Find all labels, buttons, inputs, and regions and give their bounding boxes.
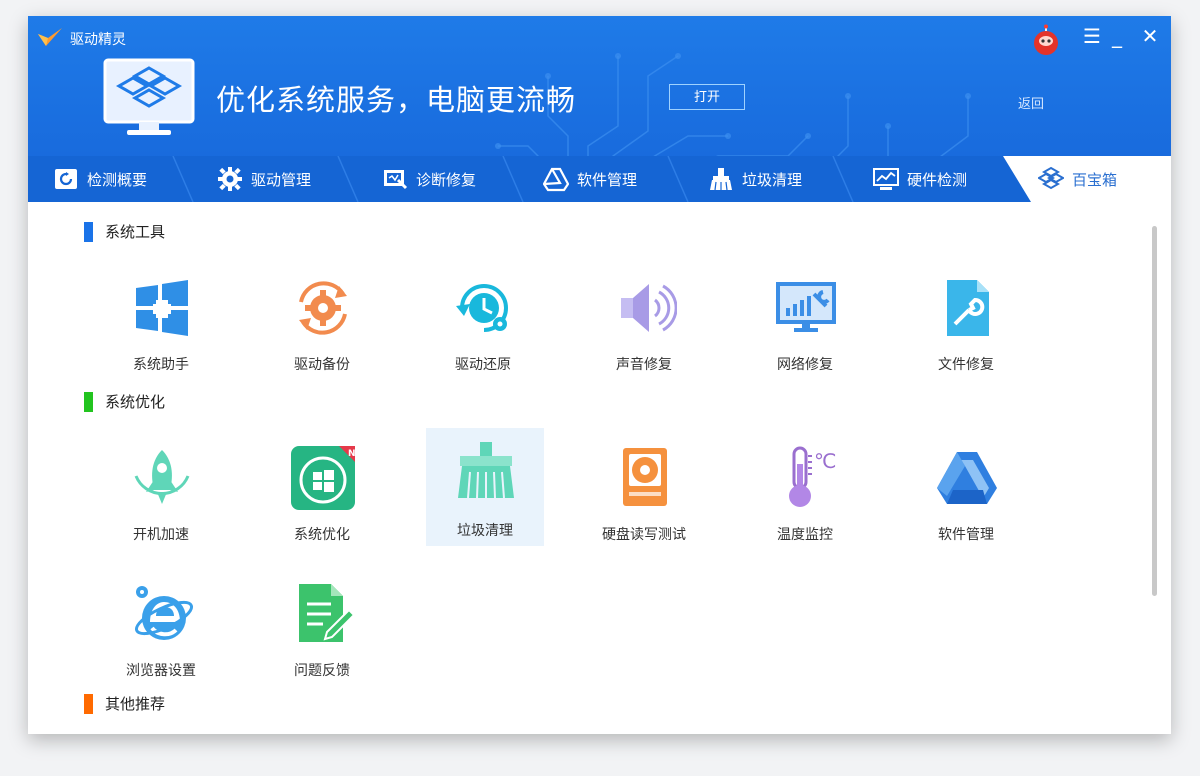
section-other-recommend: 其他推荐 [84, 693, 165, 714]
file-wrench-icon [947, 280, 989, 336]
windows-rocket-icon: N [291, 446, 355, 510]
tab-junk-cleanup[interactable]: 垃圾清理 [708, 156, 802, 202]
tab-label: 诊断修复 [416, 170, 477, 189]
main-tabs: 检测概要 驱动管理 诊断修复 软件管理 垃圾清理 硬件检测 百宝箱 [28, 156, 1171, 202]
tool-browser-settings[interactable]: 浏览器设置 [102, 572, 220, 690]
section-marker [84, 693, 93, 714]
tool-sound-repair[interactable]: 声音修复 [585, 266, 703, 384]
tool-system-optimize[interactable]: N 系统优化 [263, 436, 381, 554]
tab-label: 硬件检测 [907, 170, 968, 189]
tool-label: 驱动备份 [294, 357, 350, 373]
section-system-tools: 系统工具 [84, 221, 165, 242]
tab-diagnose-repair[interactable]: 诊断修复 [382, 156, 476, 202]
toolbox-content: 系统工具 系统助手 驱动备份 驱动还原 声音修复 网络修复 文件修复 系统优化 … [28, 202, 1171, 734]
tab-label: 百宝箱 [1072, 170, 1118, 189]
toolbox-icon [1038, 166, 1064, 190]
open-button[interactable]: 打开 [669, 84, 745, 110]
windows-icon [136, 280, 188, 336]
section-title: 其他推荐 [105, 695, 166, 713]
app-title: 驱动精灵 [70, 32, 126, 48]
driver-genius-window: 驱动精灵 优化系统服务，电脑更流畅 打开 返回 ☰ _ ✕ 检测概要 驱动管理 … [28, 16, 1171, 734]
feedback-icon [299, 584, 355, 642]
banner-headline: 优化系统服务，电脑更流畅 [216, 83, 577, 117]
tab-driver-management[interactable]: 驱动管理 [217, 156, 311, 202]
section-system-optimize: 系统优化 [84, 391, 165, 412]
tool-label: 声音修复 [616, 357, 672, 373]
tab-label: 垃圾清理 [742, 170, 803, 189]
robot-assistant-icon[interactable] [1032, 24, 1060, 56]
menu-icon[interactable]: ☰ [1080, 24, 1104, 48]
software-triangle-icon [937, 452, 997, 504]
broom-icon [710, 168, 732, 191]
clock-restore-icon [456, 284, 508, 332]
tab-toolbox[interactable]: 百宝箱 [1038, 156, 1117, 202]
header-banner: 驱动精灵 优化系统服务，电脑更流畅 打开 返回 ☰ _ ✕ 检测概要 驱动管理 … [28, 16, 1171, 202]
minimize-icon[interactable]: _ [1105, 24, 1129, 48]
tab-check-summary[interactable]: 检测概要 [53, 156, 147, 202]
broom-icon [458, 442, 514, 499]
tab-hardware-detect[interactable]: 硬件检测 [873, 156, 967, 202]
tool-label: 文件修复 [938, 357, 994, 373]
section-marker [84, 221, 93, 242]
app-logo-icon [38, 28, 62, 46]
section-marker [84, 391, 93, 412]
hard-disk-icon [623, 448, 667, 506]
vertical-scrollbar[interactable] [1152, 226, 1157, 596]
software-icon [543, 167, 569, 192]
tool-driver-restore[interactable]: 驱动还原 [424, 266, 542, 384]
tool-label: 问题反馈 [294, 663, 350, 679]
tool-network-repair[interactable]: 网络修复 [746, 266, 864, 384]
tool-boot-speedup[interactable]: 开机加速 [102, 436, 220, 554]
tool-driver-backup[interactable]: 驱动备份 [263, 266, 381, 384]
tool-temperature-monitor[interactable]: ℃ 温度监控 [746, 436, 864, 554]
tab-label: 驱动管理 [251, 170, 312, 189]
tool-label: 硬盘读写测试 [602, 527, 686, 543]
tool-label: 系统优化 [294, 527, 350, 543]
toolbox-banner-icon [103, 58, 195, 135]
tab-label: 软件管理 [577, 170, 638, 189]
tool-feedback[interactable]: 问题反馈 [263, 572, 381, 690]
tool-file-repair[interactable]: 文件修复 [907, 266, 1025, 384]
tab-label: 检测概要 [87, 170, 148, 189]
tool-software-management[interactable]: 软件管理 [907, 436, 1025, 554]
ie-browser-icon [134, 586, 194, 640]
section-title: 系统优化 [105, 393, 166, 411]
section-title: 系统工具 [105, 223, 166, 241]
tool-label: 温度监控 [777, 527, 833, 543]
new-badge: N [348, 449, 355, 459]
tool-label: 开机加速 [133, 527, 189, 543]
tool-label: 网络修复 [777, 357, 833, 373]
tool-junk-cleanup[interactable]: 垃圾清理 [426, 428, 544, 546]
tool-label: 系统助手 [133, 357, 189, 373]
celsius-unit: ℃ [814, 449, 836, 473]
tab-software-management[interactable]: 软件管理 [543, 156, 637, 202]
speaker-icon [621, 284, 677, 332]
close-icon[interactable]: ✕ [1138, 24, 1162, 48]
rocket-icon [134, 450, 190, 504]
gear-sync-icon [299, 281, 347, 335]
tool-system-assistant[interactable]: 系统助手 [102, 266, 220, 384]
tool-label: 驱动还原 [455, 357, 511, 373]
monitor-icon [873, 168, 899, 190]
back-link[interactable]: 返回 [1018, 93, 1044, 112]
gear-icon [218, 167, 242, 191]
tool-label: 浏览器设置 [126, 663, 196, 679]
tool-disk-rw-test[interactable]: 硬盘读写测试 [585, 436, 703, 554]
diagnose-icon [384, 170, 408, 190]
tool-label: 垃圾清理 [457, 523, 513, 539]
tool-label: 软件管理 [938, 527, 994, 543]
network-monitor-icon [776, 282, 836, 332]
check-summary-icon [55, 169, 77, 189]
thermometer-icon: ℃ [789, 446, 836, 507]
